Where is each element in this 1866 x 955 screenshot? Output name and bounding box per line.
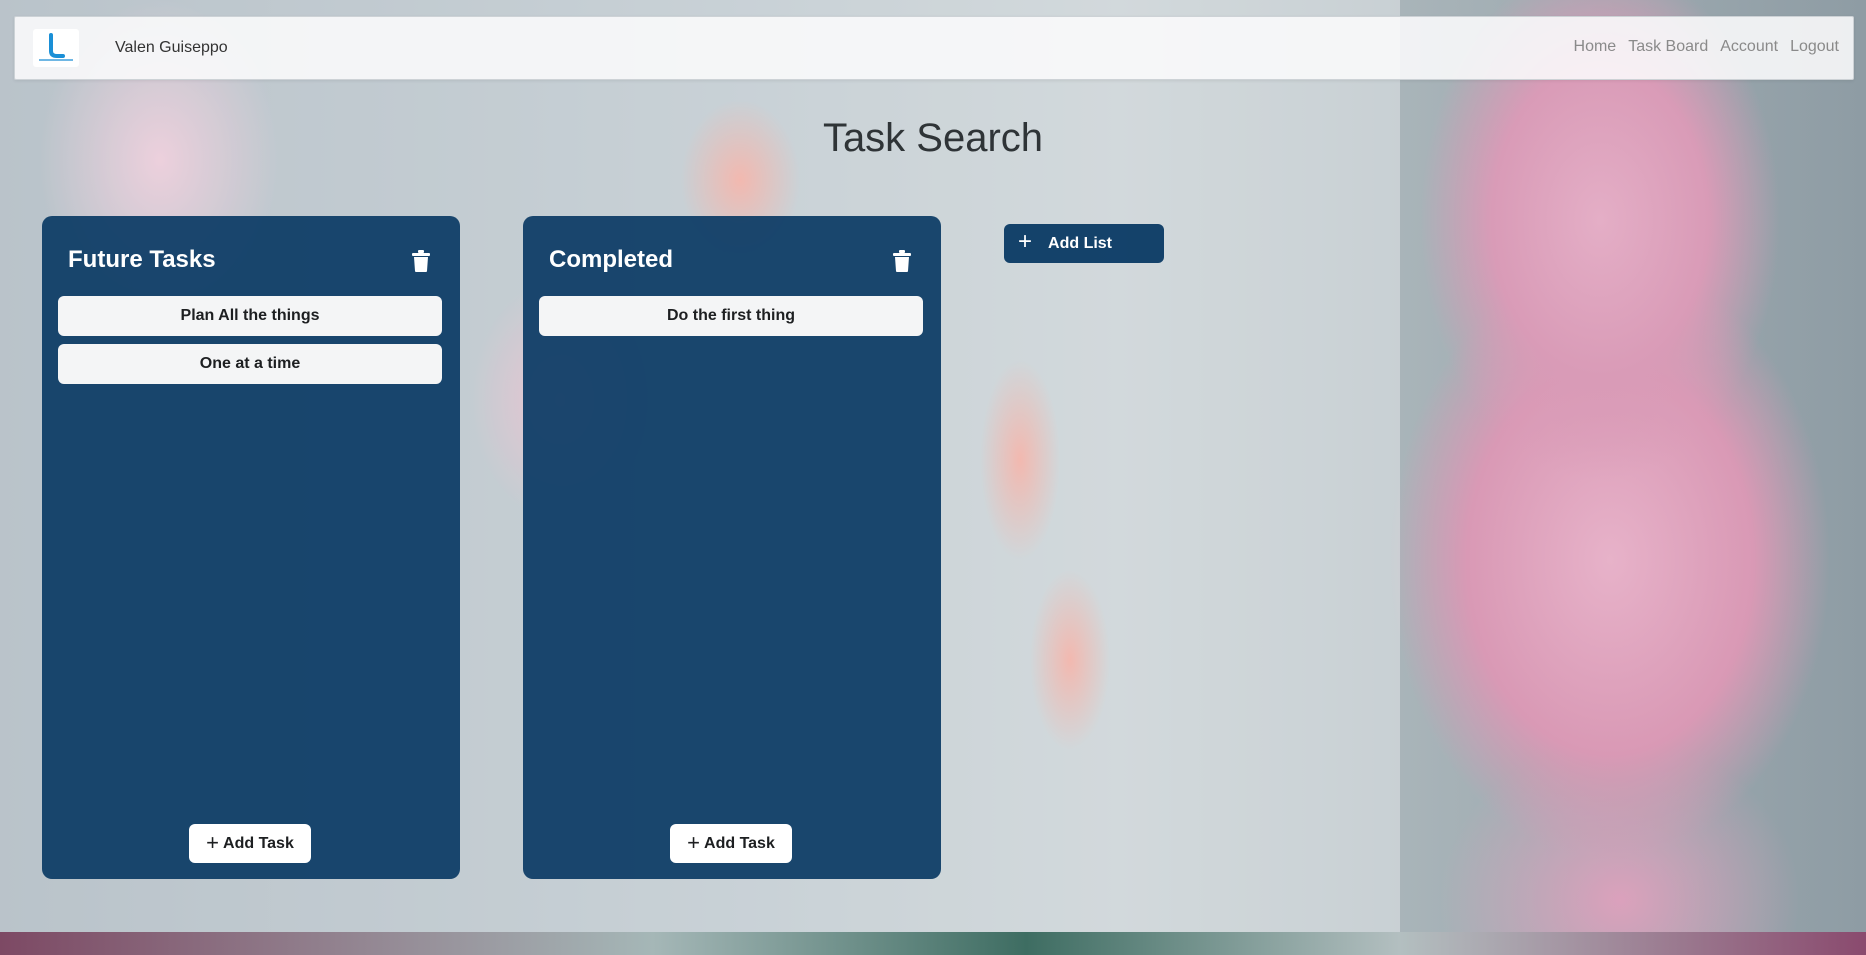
task-list-completed: Completed Do the first thing + Add Task (523, 216, 941, 879)
add-task-label: Add Task (704, 834, 775, 852)
page-title: Task Search (822, 116, 1044, 160)
trash-icon[interactable] (412, 250, 430, 272)
list-title: Completed (549, 246, 674, 273)
add-list-button[interactable]: + Add List (1004, 224, 1164, 263)
user-name: Valen Guiseppo (115, 39, 228, 56)
plus-icon: + (687, 829, 701, 855)
plus-icon: + (1018, 227, 1033, 255)
trash-icon[interactable] (893, 250, 911, 272)
nav-link-task-board[interactable]: Task Board (1628, 38, 1708, 56)
nav-link-home[interactable]: Home (1574, 38, 1617, 56)
taskmaster-logo[interactable] (33, 29, 79, 67)
plus-icon: + (206, 829, 220, 855)
task-list-future-tasks: Future Tasks Plan All the things One at … (42, 216, 460, 879)
add-list-label: Add List (1048, 234, 1113, 252)
list-title: Future Tasks (68, 246, 216, 273)
nav-link-account[interactable]: Account (1720, 38, 1778, 56)
nav-link-logout[interactable]: Logout (1790, 38, 1839, 56)
background-strip (0, 932, 1866, 955)
task-card[interactable]: Plan All the things (58, 296, 442, 336)
navbar: Valen Guiseppo Home Task Board Account L… (14, 16, 1854, 80)
add-task-label: Add Task (223, 834, 294, 852)
nav-links: Home Task Board Account Logout (1574, 38, 1839, 56)
add-task-button[interactable]: + Add Task (189, 824, 311, 863)
task-card[interactable]: One at a time (58, 344, 442, 384)
add-task-button[interactable]: + Add Task (670, 824, 792, 863)
task-card[interactable]: Do the first thing (539, 296, 923, 336)
